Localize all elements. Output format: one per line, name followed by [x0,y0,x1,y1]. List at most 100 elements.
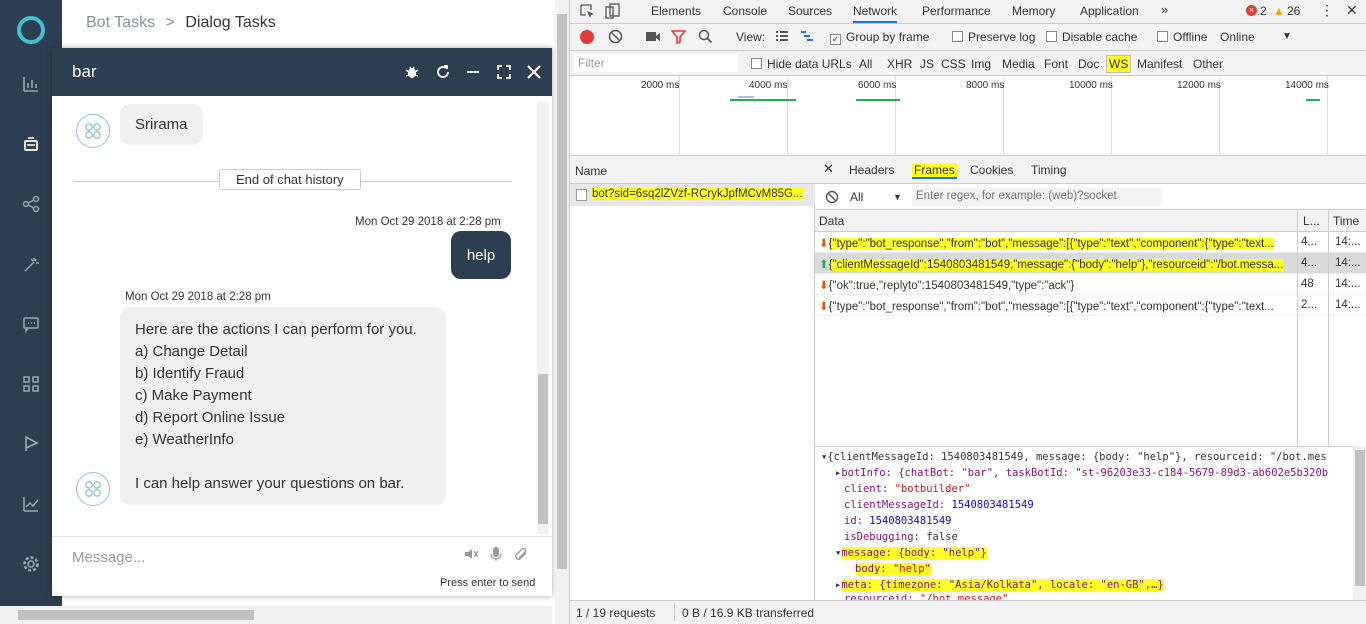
request-name[interactable]: bot?sid=6sq2lZVzf-RCrykJpfMCvM85G... [592,188,803,200]
chat-scroll-thumb[interactable] [538,374,548,524]
clear-frames-icon[interactable] [825,190,839,207]
action-item[interactable]: b) Identify Fraud [135,363,431,385]
chevron-down-icon[interactable]: ▼ [893,192,902,202]
publish-flag-icon[interactable] [19,432,43,456]
page-horizontal-scrollbar[interactable] [0,606,552,624]
frames-type-select[interactable]: All [850,190,863,204]
capture-screenshots-icon[interactable] [645,30,661,46]
flow-icon[interactable] [19,192,43,216]
bot-tasks-icon[interactable] [19,132,43,156]
frame-time: 14:... [1335,236,1361,248]
tree-scrollbar[interactable] [1353,446,1366,600]
filter-funnel-icon[interactable] [670,29,687,47]
network-overview[interactable]: 2000 ms 4000 ms 6000 ms 8000 ms 10000 ms… [570,76,1366,156]
close-detail-icon[interactable]: ✕ [823,161,834,177]
vertical-scroll-thumb[interactable] [557,14,567,569]
magic-wand-icon[interactable] [19,252,43,276]
tree-node-message[interactable]: ▾message: {body: "help"} [835,547,987,559]
frame-row[interactable]: ⬇{"type":"bot_response","from":"bot","me… [815,232,1366,253]
filter-js[interactable]: JS [920,57,934,71]
request-row[interactable]: bot?sid=6sq2lZVzf-RCrykJpfMCvM85G... [570,184,815,206]
warning-count[interactable]: 26 [1287,4,1300,18]
microphone-icon[interactable] [489,546,503,565]
filter-css[interactable]: CSS [941,57,966,71]
hide-data-urls-checkbox[interactable]: Hide data URLs [751,57,852,71]
trend-chart-icon[interactable] [19,492,43,516]
tab-elements[interactable]: Elements [651,4,701,18]
chat-scrollbar[interactable] [537,102,549,534]
debug-bug-icon[interactable] [402,62,422,82]
tree-node-meta[interactable]: ▸meta: {timezone: "Asia/Kolkata", locale… [835,579,1164,591]
action-item[interactable]: d) Report Online Issue [135,407,431,429]
close-icon[interactable] [524,62,544,82]
filter-other[interactable]: Other [1193,57,1223,71]
inspect-element-icon[interactable] [580,4,595,22]
tab-network[interactable]: Network [853,4,898,23]
action-item[interactable]: a) Change Detail [135,341,431,363]
filter-xhr[interactable]: XHR [887,57,912,71]
preserve-log-checkbox[interactable]: Preserve log [952,30,1035,44]
analytics-icon[interactable] [19,72,43,96]
throttle-select[interactable]: Online [1220,30,1255,44]
disable-cache-checkbox[interactable]: Disable cache [1046,30,1137,44]
minimize-icon[interactable] [463,62,483,82]
large-rows-icon[interactable] [775,30,789,46]
tab-memory[interactable]: Memory [1012,4,1055,18]
frames-regex-input[interactable]: Enter regex, for example: (web)?socket [912,188,1162,206]
breadcrumb-parent[interactable]: Bot Tasks [86,14,155,31]
app-logo[interactable] [17,16,45,44]
expand-icon[interactable] [494,62,514,82]
offline-checkbox[interactable]: Offline [1157,30,1207,44]
waterfall-icon[interactable] [800,30,814,46]
tab-frames[interactable]: Frames [912,163,957,179]
bot-avatar [76,472,110,506]
more-tabs-icon[interactable]: » [1161,2,1168,17]
filter-input[interactable]: Filter [574,54,738,72]
kebab-menu-icon[interactable]: ⋮ [1320,2,1334,19]
frame-row[interactable]: ⬇{"ok":true,"replyto":1540803481549,"typ… [815,274,1366,295]
tree-node-botinfo[interactable]: ▸botInfo: {chatBot: "bar", taskBotId: "s… [835,467,1328,479]
clear-icon[interactable] [608,29,623,47]
filter-doc[interactable]: Doc [1078,57,1099,71]
error-count[interactable]: 2 [1260,4,1267,18]
tab-cookies[interactable]: Cookies [970,163,1013,177]
close-devtools-icon[interactable]: ✕ [1346,2,1358,19]
tab-timing[interactable]: Timing [1031,163,1067,177]
chevron-down-icon[interactable]: ▼ [1282,31,1292,42]
filter-ws[interactable]: WS [1106,55,1132,73]
data-column-header[interactable]: Data [819,214,844,228]
message-input[interactable]: Message... [72,549,145,566]
speaker-mute-icon[interactable] [463,546,479,565]
horizontal-scroll-thumb[interactable] [18,610,254,620]
search-icon[interactable] [698,29,713,47]
action-item[interactable]: c) Make Payment [135,385,431,407]
tab-console[interactable]: Console [723,4,767,18]
group-by-frame-checkbox[interactable]: ✓ Group by frame [830,30,929,45]
grid-icon[interactable] [19,372,43,396]
name-column-header[interactable]: Name [575,164,607,178]
page-vertical-scrollbar[interactable] [555,0,569,624]
tree-scroll-thumb[interactable] [1355,450,1365,586]
action-item[interactable]: e) WeatherInfo [135,429,431,451]
attachment-icon[interactable] [513,546,529,565]
filter-all[interactable]: All [859,57,872,71]
time-column-header[interactable]: Time [1333,214,1359,228]
tab-headers[interactable]: Headers [849,163,894,177]
frame-row[interactable]: ⬇{"type":"bot_response","from":"bot","me… [815,295,1366,316]
filter-img[interactable]: Img [971,57,991,71]
record-icon[interactable] [580,30,594,44]
frame-row-selected[interactable]: ⬆{"clientMessageId":1540803481549,"messa… [815,253,1366,274]
tree-root[interactable]: ▾{clientMessageId: 1540803481549, messag… [821,451,1327,463]
settings-gear-icon[interactable] [19,552,43,576]
filter-font[interactable]: Font [1044,57,1068,71]
view-label: View: [736,30,766,44]
device-toolbar-icon[interactable] [605,3,620,22]
tab-application[interactable]: Application [1080,4,1139,18]
length-column-header[interactable]: L... [1303,214,1320,228]
filter-manifest[interactable]: Manifest [1137,57,1182,71]
chat-icon[interactable] [19,312,43,336]
tab-sources[interactable]: Sources [788,4,832,18]
refresh-icon[interactable] [433,62,453,82]
tab-performance[interactable]: Performance [922,4,991,18]
filter-media[interactable]: Media [1002,57,1035,71]
